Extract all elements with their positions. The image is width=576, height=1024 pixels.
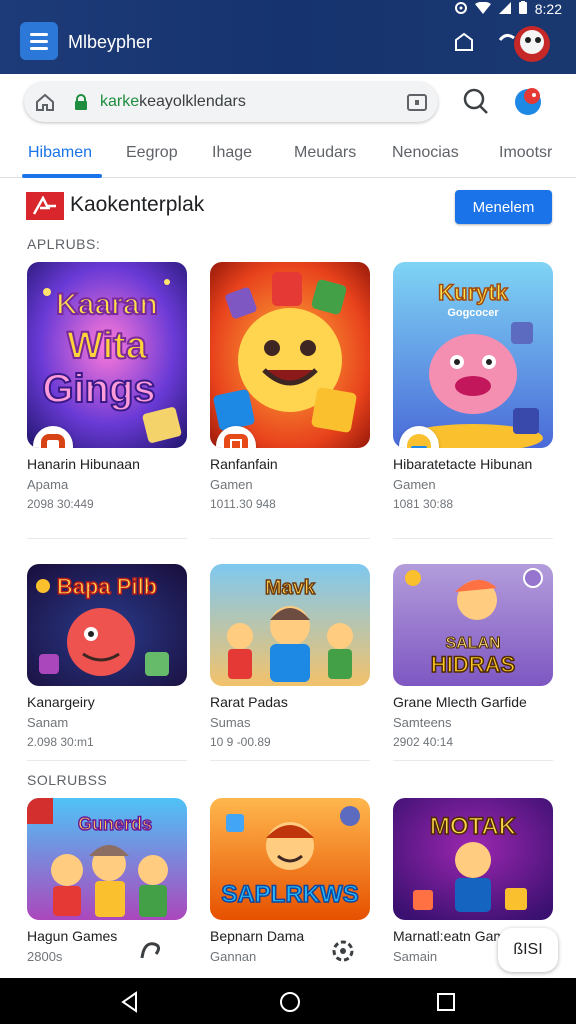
art-line-1: SAPLRKWS (221, 881, 358, 908)
category-tabs: Hibamen Eegrop Ihage Meudars Nenocias Im… (0, 132, 576, 178)
art-line-1: SALAN (445, 635, 500, 652)
profile-avatar[interactable] (498, 20, 560, 64)
game-thumbnail[interactable]: MOTAK (393, 798, 553, 920)
art-line-1: Kurytk (438, 280, 508, 305)
lock-icon (74, 94, 88, 110)
art-line-3: Gings (42, 367, 155, 411)
game-title: Kanargeiry (27, 694, 95, 710)
brand-name: Kaokenterplak (70, 193, 205, 216)
search-icon[interactable] (460, 86, 490, 116)
game-thumbnail[interactable]: Kurytk Gogcocer (393, 262, 553, 448)
game-card[interactable]: Ranfanfain Gamen 1011.30 948 (210, 262, 372, 511)
address-bar-row: karkekeayolklendars (0, 74, 576, 132)
game-thumbnail[interactable] (210, 262, 370, 448)
gesture-icon[interactable] (136, 936, 166, 966)
wifi-icon (474, 1, 491, 17)
active-tab-indicator (22, 174, 102, 178)
game-title: Rarat Padas (210, 694, 288, 710)
game-thumbnail[interactable]: Mavk (210, 564, 370, 686)
tab-meudars[interactable]: Meudars (294, 144, 356, 162)
status-time: 8:22 (534, 1, 562, 17)
tab-imootsr[interactable]: Imootsr (499, 144, 552, 162)
game-category: Sumas (210, 715, 251, 730)
divider (27, 538, 187, 539)
app-bar: 8:22 Mlbeypher (0, 0, 576, 74)
cta-button[interactable]: Menelem (455, 190, 552, 224)
tab-nenocias[interactable]: Nenocias (392, 144, 459, 162)
game-stats: 2098 30:449 (27, 497, 94, 511)
game-stats: 10 9 -00.89 (210, 735, 271, 749)
game-title: Hibaratetacte Hibunan (393, 456, 533, 472)
url-path: keayolklendars (139, 93, 246, 110)
game-title: Hanarin Hibunaan (27, 456, 140, 472)
settings-icon[interactable] (328, 936, 358, 966)
game-thumbnail[interactable]: SAPLRKWS (210, 798, 370, 920)
tab-eegrop[interactable]: Eegrop (126, 144, 178, 162)
game-card[interactable]: SALAN HIDRAS Grane Mlecth Garfide Samtee… (393, 564, 555, 749)
art-line-2: Gogcocer (447, 307, 499, 319)
share-icon[interactable] (452, 30, 476, 54)
game-card[interactable]: Kaaran Wita Gings Hanarin Hibunaan Apama… (27, 262, 189, 511)
translate-button[interactable]: ßISI (498, 928, 558, 972)
art-line-1: Bapa Pilb (57, 574, 157, 599)
game-category: Apama (27, 477, 69, 492)
status-bar: 8:22 (454, 0, 562, 18)
home-icon[interactable] (34, 91, 56, 113)
game-thumbnail[interactable]: Kaaran Wita Gings (27, 262, 187, 448)
art-line-2: Wita (67, 325, 148, 367)
art-line-1: Kaaran (56, 288, 158, 321)
art-line-1: Gunerds (78, 814, 152, 834)
home-nav-icon[interactable] (278, 990, 302, 1014)
divider (393, 760, 553, 761)
divider (393, 538, 553, 539)
game-stats: 1011.30 948 (210, 497, 276, 511)
art-line-1: Mavk (265, 577, 316, 599)
menu-button[interactable] (20, 22, 58, 60)
game-category: Samteens (393, 715, 452, 730)
art-line-2: HIDRAS (431, 652, 515, 677)
game-title: Grane Mlecth Garfide (393, 694, 527, 710)
art-line-1: MOTAK (430, 813, 517, 840)
game-stats: 2902 40:14 (393, 735, 454, 749)
tab-ihage[interactable]: Ihage (212, 144, 252, 162)
divider (210, 760, 370, 761)
account-icon[interactable] (510, 84, 546, 118)
system-nav-bar (0, 978, 576, 1024)
address-bar[interactable]: karkekeayolklendars (24, 82, 438, 122)
game-thumbnail[interactable]: SALAN HIDRAS (393, 564, 553, 686)
game-category: Gamen (393, 477, 436, 492)
app-title: Mlbeypher (68, 32, 153, 52)
game-card[interactable]: Mavk Rarat Padas Sumas 10 9 -00.89 (210, 564, 372, 749)
tabs-icon[interactable] (406, 92, 428, 112)
divider (210, 538, 370, 539)
signal-icon (498, 1, 511, 17)
section-label: APLRUBS: (27, 236, 101, 252)
section-label: SOLRUBSS (27, 772, 108, 788)
divider (27, 760, 187, 761)
url-text[interactable]: karkekeayolklendars (100, 93, 246, 111)
tab-hibamen[interactable]: Hibamen (28, 144, 92, 162)
battery-icon (518, 1, 527, 17)
game-thumbnail[interactable]: Gunerds (27, 798, 187, 920)
game-category: Gamen (210, 477, 253, 492)
url-domain-highlight: karke (100, 93, 140, 110)
game-card[interactable]: Kurytk Gogcocer Hibaratetacte Hibunan Ga… (393, 262, 555, 511)
game-title: Ranfanfain (210, 456, 278, 472)
game-thumbnail[interactable]: Bapa Pilb (27, 564, 187, 686)
back-icon[interactable] (118, 990, 142, 1014)
recents-icon[interactable] (436, 992, 456, 1012)
location-icon (454, 1, 467, 17)
game-stats: 1081 30:88 (393, 497, 454, 511)
brand-logo (26, 192, 64, 220)
game-stats: 2.098 30:m1 (27, 735, 94, 749)
game-category: Sanam (27, 715, 69, 730)
game-card[interactable]: Bapa Pilb Kanargeiry Sanam 2.098 30:m1 (27, 564, 189, 749)
